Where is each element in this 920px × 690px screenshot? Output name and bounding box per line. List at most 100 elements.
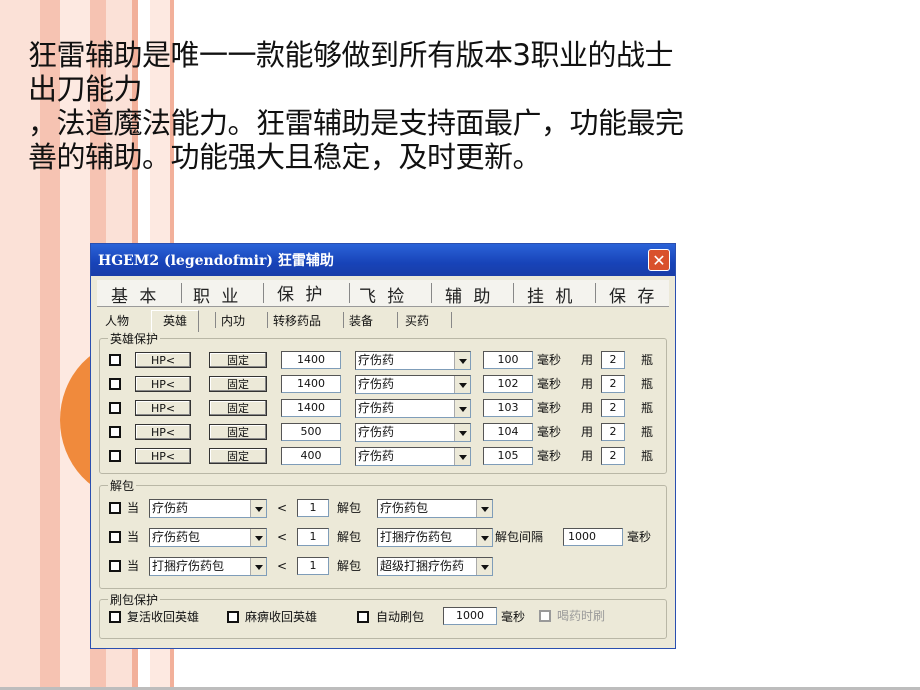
interval-input[interactable]: 104 <box>483 423 533 441</box>
less-than-label: < <box>277 559 288 573</box>
subtab-equip[interactable]: 装备 <box>349 312 373 329</box>
potion-select[interactable]: 疗伤药 <box>355 423 471 442</box>
unpack-action-label: 解包 <box>337 501 362 515</box>
bottle-unit: 瓶 <box>641 449 654 463</box>
potion-select[interactable]: 疗伤药 <box>355 399 471 418</box>
when-label: 当 <box>127 530 140 544</box>
headline-line-1: 狂雷辅助是唯一一款能够做到所有版本3职业的战士 <box>28 38 673 72</box>
less-than-label: < <box>277 530 288 544</box>
unpack-item-select[interactable]: 疗伤药包 <box>149 528 267 547</box>
chevron-down-icon <box>476 558 492 575</box>
fixed-button[interactable]: 固定 <box>209 400 267 416</box>
hero-protect-checkbox[interactable] <box>109 426 121 438</box>
tab-save[interactable]: 保 存 <box>609 282 657 307</box>
potion-select[interactable]: 疗伤药 <box>355 447 471 466</box>
unpack-item-select[interactable]: 打捆疗伤药包 <box>149 557 267 576</box>
bottle-count-input[interactable]: 2 <box>601 447 625 465</box>
interval-input[interactable]: 102 <box>483 375 533 393</box>
hero-protect-checkbox[interactable] <box>109 378 121 390</box>
unpack-count-input[interactable]: 1 <box>297 499 329 517</box>
auto-refresh-checkbox[interactable] <box>357 611 369 623</box>
hero-protect-checkbox[interactable] <box>109 354 121 366</box>
headline-line-3: ，法道魔法能力。狂雷辅助是支持面最广，功能最完 <box>28 106 684 140</box>
use-label: 用 <box>581 449 594 463</box>
hp-type-button[interactable]: HP< <box>135 424 191 440</box>
unpack-target-select[interactable]: 打捆疗伤药包 <box>377 528 493 547</box>
unpack-checkbox[interactable] <box>109 502 121 514</box>
chevron-down-icon <box>454 424 470 441</box>
subtab-buy[interactable]: 买药 <box>405 312 429 329</box>
hp-type-button[interactable]: HP< <box>135 400 191 416</box>
hp-threshold-input[interactable]: 1400 <box>281 351 341 369</box>
tab-protect[interactable]: 保 护 <box>277 280 325 305</box>
hp-threshold-input[interactable]: 400 <box>281 447 341 465</box>
less-than-label: < <box>277 501 288 515</box>
interval-input[interactable]: 103 <box>483 399 533 417</box>
unpack-target-value: 打捆疗伤药包 <box>380 530 453 544</box>
unpack-count-input[interactable]: 1 <box>297 528 329 546</box>
hgem2-dialog: HGEM2 (legendofmir) 狂雷辅助 ✕ 基 本 职 业 保 护 飞… <box>90 243 676 649</box>
close-icon[interactable]: ✕ <box>648 249 670 271</box>
hero-protect-checkbox[interactable] <box>109 450 121 462</box>
bottle-count-input[interactable]: 2 <box>601 399 625 417</box>
main-tab-bar: 基 本 职 业 保 护 飞 捡 辅 助 挂 机 保 存 <box>97 280 669 307</box>
drink-refresh-label: 喝药时刷 <box>557 609 606 623</box>
hp-type-button[interactable]: HP< <box>135 376 191 392</box>
subtab-internal[interactable]: 内功 <box>221 312 245 329</box>
fixed-button[interactable]: 固定 <box>209 424 267 440</box>
auto-refresh-input[interactable]: 1000 <box>443 607 497 625</box>
title-bar[interactable]: HGEM2 (legendofmir) 狂雷辅助 ✕ <box>91 244 675 276</box>
fixed-button[interactable]: 固定 <box>209 448 267 464</box>
unpack-item-value: 疗伤药包 <box>152 530 201 544</box>
chevron-down-icon <box>454 448 470 465</box>
bottle-unit: 瓶 <box>641 353 654 367</box>
unpack-checkbox[interactable] <box>109 531 121 543</box>
chevron-down-icon <box>250 529 266 546</box>
fixed-button[interactable]: 固定 <box>209 352 267 368</box>
potion-select[interactable]: 疗伤药 <box>355 375 471 394</box>
tab-pickup[interactable]: 飞 捡 <box>359 282 407 307</box>
hp-type-button[interactable]: HP< <box>135 448 191 464</box>
unpack-checkbox[interactable] <box>109 560 121 572</box>
tab-class[interactable]: 职 业 <box>193 282 241 307</box>
headline-line-4: 善的辅助。功能强大且稳定，及时更新。 <box>28 140 542 174</box>
unpack-target-value: 超级打捆疗伤药 <box>380 559 465 573</box>
subtab-hero[interactable]: 英雄 <box>163 312 187 329</box>
unpack-target-select[interactable]: 疗伤药包 <box>377 499 493 518</box>
potion-select-value: 疗伤药 <box>358 353 395 367</box>
interval-input[interactable]: 105 <box>483 447 533 465</box>
hp-threshold-input[interactable]: 500 <box>281 423 341 441</box>
subtab-transfer[interactable]: 转移药品 <box>273 312 321 329</box>
fixed-button[interactable]: 固定 <box>209 376 267 392</box>
use-label: 用 <box>581 401 594 415</box>
unpack-action-label: 解包 <box>337 559 362 573</box>
unpack-interval-input[interactable]: 1000 <box>563 528 623 546</box>
unpack-target-select[interactable]: 超级打捆疗伤药 <box>377 557 493 576</box>
unpack-item-select[interactable]: 疗伤药 <box>149 499 267 518</box>
potion-select[interactable]: 疗伤药 <box>355 351 471 370</box>
unpack-count-input[interactable]: 1 <box>297 557 329 575</box>
tab-afk[interactable]: 挂 机 <box>527 282 575 307</box>
bottle-count-input[interactable]: 2 <box>601 423 625 441</box>
bottle-count-input[interactable]: 2 <box>601 351 625 369</box>
when-label: 当 <box>127 559 140 573</box>
bottle-unit: 瓶 <box>641 401 654 415</box>
interval-input[interactable]: 100 <box>483 351 533 369</box>
hero-protect-checkbox[interactable] <box>109 402 121 414</box>
tab-assist[interactable]: 辅 助 <box>445 282 493 307</box>
hp-threshold-input[interactable]: 1400 <box>281 375 341 393</box>
interval-unit: 毫秒 <box>537 377 562 391</box>
drink-refresh-checkbox[interactable] <box>539 610 551 622</box>
tab-basic[interactable]: 基 本 <box>111 282 159 307</box>
bottle-count-input[interactable]: 2 <box>601 375 625 393</box>
hp-threshold-input[interactable]: 1400 <box>281 399 341 417</box>
use-label: 用 <box>581 425 594 439</box>
paralyze-hero-checkbox[interactable] <box>227 611 239 623</box>
potion-select-value: 疗伤药 <box>358 425 395 439</box>
revive-hero-checkbox[interactable] <box>109 611 121 623</box>
unpack-item-value: 疗伤药 <box>152 501 189 515</box>
potion-select-value: 疗伤药 <box>358 449 395 463</box>
hp-type-button[interactable]: HP< <box>135 352 191 368</box>
interval-unit: 毫秒 <box>537 353 562 367</box>
subtab-character[interactable]: 人物 <box>105 312 129 329</box>
